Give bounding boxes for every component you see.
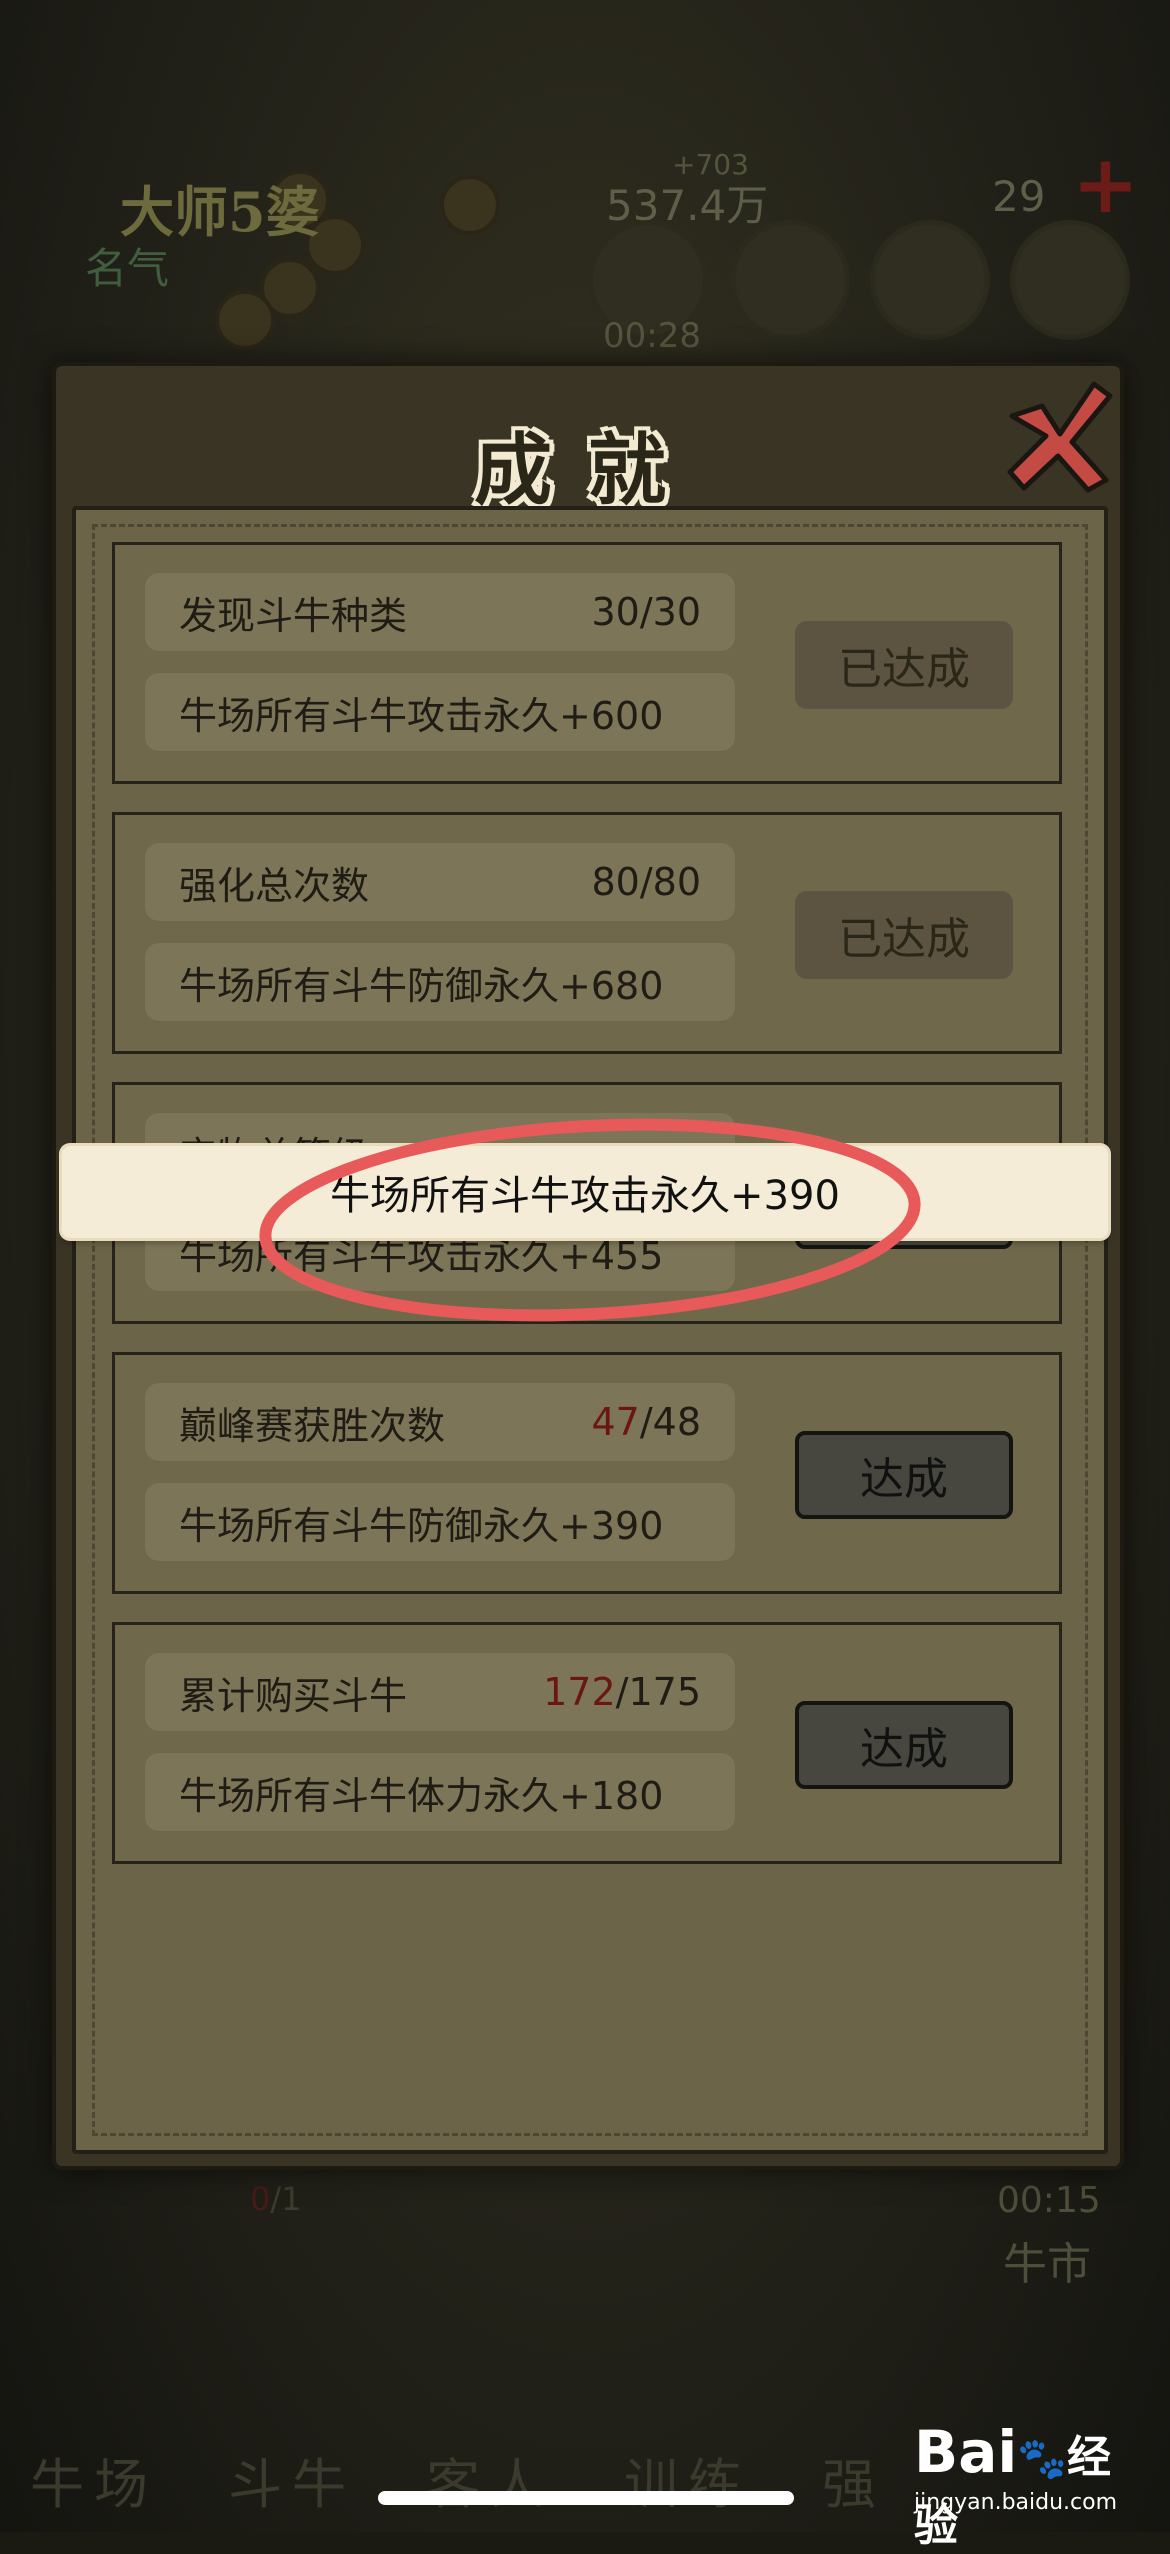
achievement-name: 发现斗牛种类 [179,593,408,638]
gift-icon[interactable] [730,220,850,340]
achieved-button[interactable]: 已达成 [795,891,1013,979]
progress-total: /48 [639,1400,701,1444]
achievement-progress: 47/48 [591,1400,701,1444]
reward-text: 牛场所有斗牛防御永久+390 [179,1503,664,1548]
achievement-card: 累计购买斗牛 172/175 牛场所有斗牛体力永久+180 达成 [112,1622,1062,1864]
achievement-title-box: 发现斗牛种类 30/30 [145,573,735,651]
paw-icon: 🐾 [1017,2436,1068,2482]
home-indicator[interactable] [378,2491,794,2505]
achieved-button[interactable]: 已达成 [795,621,1013,709]
achievement-progress: 80/80 [591,860,701,904]
market-button[interactable]: 牛市 [1003,2228,1091,2292]
coin-icon [215,290,275,350]
achievement-name: 累计购买斗牛 [179,1673,408,1718]
reward-toast: 牛场所有斗牛攻击永久+390 [62,1146,1108,1238]
watermark-brand: Bai🐾经验 [914,2418,1150,2554]
nav-training[interactable]: 训练 [624,2440,752,2519]
gem-count: 29 [992,172,1046,221]
fame-label: 名气 [85,244,170,293]
market-timer: 00:15 [997,2180,1101,2221]
achievement-title-box: 强化总次数 80/80 [145,843,735,921]
achievement-title-box: 累计购买斗牛 172/175 [145,1653,735,1731]
reward-text: 牛场所有斗牛体力永久+180 [179,1773,664,1818]
achievement-reward: 牛场所有斗牛攻击永久+600 [145,673,735,751]
achievement-card: 巅峰赛获胜次数 47/48 牛场所有斗牛防御永久+390 达成 [112,1352,1062,1594]
coin-icon [440,175,500,235]
settings-icon[interactable] [1010,220,1130,340]
achievement-progress: 30/30 [591,590,701,634]
reward-text: 牛场所有斗牛防御永久+680 [179,963,664,1008]
achieve-button[interactable]: 达成 [795,1431,1013,1519]
progress-current: 30 [591,590,640,634]
baidu-watermark: Bai🐾经验 jingyan.baidu.com [890,2418,1150,2551]
achievement-card: 发现斗牛种类 30/30 牛场所有斗牛攻击永久+600 已达成 [112,542,1062,784]
achievement-name: 强化总次数 [179,863,370,908]
bottom-count-total: /1 [270,2180,302,2218]
watermark-url: jingyan.baidu.com [914,2490,1118,2515]
add-gems-icon[interactable]: + [1072,145,1142,225]
dialog-title: 成就 [473,425,702,516]
achievement-progress: 172/175 [543,1670,701,1714]
nav-guests[interactable]: 客人 [426,2440,554,2519]
progress-total: /30 [639,590,701,634]
progress-total: /175 [615,1670,701,1714]
nav-bullfight[interactable]: 斗牛 [228,2440,356,2519]
progress-current: 47 [591,1400,640,1444]
achievement-card: 强化总次数 80/80 牛场所有斗牛防御永久+680 已达成 [112,812,1062,1054]
achieve-button[interactable]: 达成 [795,1701,1013,1789]
progress-current: 172 [543,1670,616,1714]
event-timer: 00:28 [603,316,701,356]
nav-ranch[interactable]: 牛场 [30,2440,158,2519]
progress-total: /80 [639,860,701,904]
progress-current: 80 [591,860,640,904]
achievement-title-box: 巅峰赛获胜次数 47/48 [145,1383,735,1461]
achievement-reward: 牛场所有斗牛防御永久+390 [145,1483,735,1561]
reward-text: 牛场所有斗牛攻击永久+600 [179,693,664,738]
close-icon[interactable] [1002,376,1118,494]
achievement-name: 巅峰赛获胜次数 [179,1403,446,1448]
shop-icon[interactable] [870,220,990,340]
watermark-brand-text: Bai [914,2418,1018,2486]
bottom-count-current: 0 [250,2180,271,2218]
achievement-reward: 牛场所有斗牛体力永久+180 [145,1753,735,1831]
achievement-reward: 牛场所有斗牛防御永久+680 [145,943,735,1021]
nav-strengthen[interactable]: 强 [822,2440,886,2519]
bottom-counter: 0/1 [250,2180,302,2218]
